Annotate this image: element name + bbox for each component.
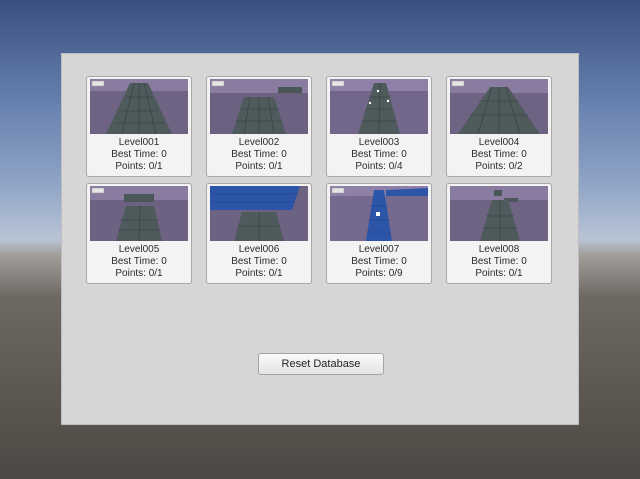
level-best-time: Best Time: 0 [351, 256, 407, 267]
level-points: Points: 0/9 [355, 268, 403, 279]
level-name: Level008 [478, 244, 520, 255]
level-thumbnail [210, 79, 308, 134]
level-best-time: Best Time: 0 [351, 149, 407, 160]
level-card-006[interactable]: Level006 Best Time: 0 Points: 0/1 [206, 183, 312, 284]
level-points: Points: 0/2 [475, 161, 523, 172]
level-thumbnail [330, 79, 428, 134]
level-best-time: Best Time: 0 [111, 149, 167, 160]
level-card-008[interactable]: Level008 Best Time: 0 Points: 0/1 [446, 183, 552, 284]
level-select-panel: Level001 Best Time: 0 Points: 0/1 Level0… [61, 53, 579, 425]
level-name: Level003 [358, 137, 400, 148]
level-points: Points: 0/1 [235, 268, 283, 279]
level-best-time: Best Time: 0 [471, 149, 527, 160]
reset-database-button[interactable]: Reset Database [258, 353, 384, 375]
level-thumbnail [450, 186, 548, 241]
level-best-time: Best Time: 0 [231, 149, 287, 160]
level-card-004[interactable]: Level004 Best Time: 0 Points: 0/2 [446, 76, 552, 177]
level-thumbnail [330, 186, 428, 241]
level-points: Points: 0/1 [475, 268, 523, 279]
level-best-time: Best Time: 0 [111, 256, 167, 267]
level-points: Points: 0/1 [115, 161, 163, 172]
level-points: Points: 0/1 [115, 268, 163, 279]
level-points: Points: 0/1 [235, 161, 283, 172]
level-best-time: Best Time: 0 [231, 256, 287, 267]
level-card-001[interactable]: Level001 Best Time: 0 Points: 0/1 [86, 76, 192, 177]
level-card-007[interactable]: Level007 Best Time: 0 Points: 0/9 [326, 183, 432, 284]
level-thumbnail [90, 79, 188, 134]
level-name: Level005 [118, 244, 160, 255]
level-card-002[interactable]: Level002 Best Time: 0 Points: 0/1 [206, 76, 312, 177]
level-card-005[interactable]: Level005 Best Time: 0 Points: 0/1 [86, 183, 192, 284]
level-card-003[interactable]: Level003 Best Time: 0 Points: 0/4 [326, 76, 432, 177]
level-best-time: Best Time: 0 [471, 256, 527, 267]
level-name: Level007 [358, 244, 400, 255]
level-thumbnail [450, 79, 548, 134]
level-thumbnail [90, 186, 188, 241]
level-name: Level001 [118, 137, 160, 148]
level-name: Level006 [238, 244, 280, 255]
game-background: Level001 Best Time: 0 Points: 0/1 Level0… [0, 0, 640, 479]
level-thumbnail [210, 186, 308, 241]
level-name: Level002 [238, 137, 280, 148]
level-points: Points: 0/4 [355, 161, 403, 172]
level-name: Level004 [478, 137, 520, 148]
